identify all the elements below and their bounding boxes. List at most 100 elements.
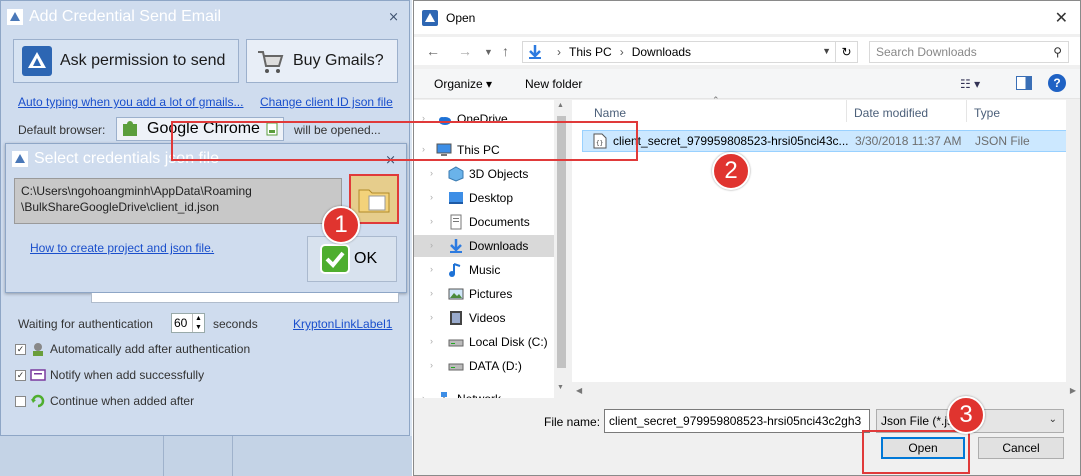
auto-typing-link[interactable]: Auto typing when you add a lot of gmails…	[18, 95, 243, 109]
window-title: Add Credential Send Email	[29, 8, 222, 25]
search-placeholder: Search Downloads	[876, 45, 977, 59]
notify-checkbox[interactable]: ✓	[15, 369, 26, 381]
drive-logo-icon	[22, 46, 52, 76]
ask-permission-button[interactable]: Ask permission to send	[13, 39, 239, 83]
organize-label: Organize	[434, 77, 483, 91]
address-bar[interactable]: › This PC › Downloads ▼ ↻	[522, 41, 858, 63]
column-type[interactable]: Type	[974, 106, 1000, 120]
json-path-field[interactable]: C:\Users\ngohoangminh\AppData\Roaming \B…	[14, 178, 342, 224]
buy-gmails-label: Buy Gmails?	[293, 52, 384, 69]
checkmark-icon	[320, 244, 350, 274]
file-list-vertical-scrollbar[interactable]	[1066, 100, 1080, 382]
new-folder-button[interactable]: New folder	[525, 77, 582, 91]
buy-gmails-button[interactable]: Buy Gmails?	[246, 39, 398, 83]
continue-checkbox[interactable]	[15, 395, 26, 407]
open-highlight-box	[862, 430, 970, 474]
help-icon[interactable]: ?	[1048, 74, 1066, 92]
chevron-right-icon: ›	[557, 45, 561, 59]
scroll-up-icon[interactable]: ▲	[557, 102, 564, 109]
step-marker-2: 2	[712, 152, 750, 190]
chevron-right-icon[interactable]: ›	[422, 393, 425, 398]
nav-item-local-disk-c[interactable]: › Local Disk (C:)	[414, 331, 554, 353]
scroll-left-icon[interactable]: ◀	[576, 386, 582, 395]
path-line-2: \BulkShareGoogleDrive\client_id.json	[21, 200, 220, 214]
nav-item-network[interactable]: › Network	[414, 388, 554, 398]
refresh-icon[interactable]: ↻	[835, 42, 857, 62]
change-client-id-link[interactable]: Change client ID json file	[260, 95, 393, 109]
chevron-down-icon[interactable]: ▼	[822, 46, 831, 56]
step-marker-1: 1	[322, 206, 360, 244]
file-name-input[interactable]: client_secret_979959808523-hrsi05nci43c2…	[604, 409, 870, 433]
forward-arrow-icon[interactable]: →	[458, 43, 472, 59]
dialog-toolbar: Organize ▾ New folder ☷ ▾ ?	[414, 69, 1080, 99]
ask-permission-label: Ask permission to send	[60, 52, 226, 69]
email-list-field[interactable]	[91, 293, 399, 303]
puzzle-icon	[123, 121, 137, 136]
wait-seconds-value: 60	[174, 316, 188, 330]
chevron-right-icon: ›	[619, 45, 624, 59]
file-date-cell: 3/30/2018 11:37 AM	[855, 134, 962, 148]
chevron-down-icon[interactable]: ▼	[484, 47, 493, 57]
step-marker-3: 3	[947, 396, 985, 434]
seconds-label: seconds	[213, 317, 258, 331]
desktop-icon	[448, 190, 464, 206]
chevron-right-icon[interactable]: ›	[430, 312, 433, 322]
preview-pane-icon[interactable]	[1016, 76, 1032, 90]
up-arrow-icon[interactable]: ↑	[502, 43, 509, 59]
chevron-right-icon[interactable]: ›	[430, 336, 433, 346]
auto-add-checkbox-row[interactable]: ✓ Automatically add after authentication	[15, 341, 250, 357]
organize-button[interactable]: Organize ▾	[434, 77, 492, 91]
ok-button[interactable]: OK	[307, 236, 397, 282]
continue-checkbox-row[interactable]: Continue when added after	[15, 393, 194, 409]
nav-item-3d-objects[interactable]: › 3D Objects	[414, 163, 554, 185]
folder-icon	[358, 189, 390, 213]
file-row[interactable]: {} client_secret_979959808523-hrsi05nci4…	[582, 130, 1080, 152]
notify-checkbox-row[interactable]: ✓ Notify when add successfully	[15, 367, 204, 383]
scroll-right-icon[interactable]: ▶	[1070, 386, 1076, 395]
nav-item-music[interactable]: › Music	[414, 259, 554, 281]
nav-item-desktop[interactable]: › Desktop	[414, 187, 554, 209]
user-add-icon	[33, 343, 43, 356]
breadcrumb-this-pc[interactable]: This PC	[569, 45, 612, 59]
cancel-button[interactable]: Cancel	[978, 437, 1064, 459]
nav-item-data-d[interactable]: › DATA (D:)	[414, 355, 554, 377]
file-list-horizontal-scrollbar[interactable]: ◀ ▶	[572, 382, 1080, 398]
column-name[interactable]: Name	[594, 106, 626, 120]
close-icon[interactable]: ✕	[1055, 8, 1068, 28]
column-date-modified[interactable]: Date modified	[854, 106, 928, 120]
chevron-right-icon[interactable]: ›	[430, 360, 433, 370]
disk-icon	[448, 358, 464, 374]
nav-item-label: DATA (D:)	[469, 359, 522, 373]
krypton-link[interactable]: KryptonLinkLabel1	[293, 317, 392, 331]
breadcrumb-downloads[interactable]: Downloads	[632, 45, 691, 59]
chevron-right-icon[interactable]: ›	[430, 288, 433, 298]
chevron-down-icon: ⌄	[1048, 414, 1057, 425]
chevron-right-icon[interactable]: ›	[430, 264, 433, 274]
chevron-right-icon[interactable]: ›	[430, 216, 433, 226]
waiting-label: Waiting for authentication	[18, 317, 153, 331]
view-options-icon[interactable]: ☷ ▾	[960, 77, 980, 91]
notification-icon	[30, 369, 46, 381]
sort-up-icon: ⌃	[712, 95, 720, 105]
stepper-arrows[interactable]: ▲ ▼	[192, 314, 204, 332]
nav-item-documents[interactable]: › Documents	[414, 211, 554, 233]
back-arrow-icon[interactable]: ←	[426, 43, 440, 59]
search-input[interactable]: Search Downloads ⚲	[869, 41, 1069, 63]
scroll-down-icon[interactable]: ▼	[557, 384, 564, 391]
documents-icon	[448, 214, 464, 230]
wait-seconds-stepper[interactable]: 60 ▲ ▼	[171, 313, 205, 333]
path-line-1: C:\Users\ngohoangminh\AppData\Roaming	[21, 184, 252, 198]
file-list: ⌃ Name Date modified Type {} client_secr…	[572, 95, 1080, 398]
nav-item-downloads[interactable]: › Downloads	[414, 235, 554, 257]
nav-item-videos[interactable]: › Videos	[414, 307, 554, 329]
chevron-right-icon[interactable]: ›	[430, 168, 433, 178]
file-name-cell: client_secret_979959808523-hrsi05nci43c.…	[613, 134, 849, 148]
chevron-right-icon[interactable]: ›	[430, 240, 433, 250]
auto-add-checkbox[interactable]: ✓	[15, 343, 26, 355]
navigation-bar: ← → ▼ ↑ › This PC › Downloads ▼ ↻ Search…	[414, 37, 1080, 65]
chevron-right-icon[interactable]: ›	[430, 192, 433, 202]
nav-item-pictures[interactable]: › Pictures	[414, 283, 554, 305]
how-to-create-link[interactable]: How to create project and json file.	[30, 241, 214, 255]
nav-item-label: Pictures	[469, 287, 513, 301]
close-icon[interactable]: ⨯	[388, 9, 399, 25]
